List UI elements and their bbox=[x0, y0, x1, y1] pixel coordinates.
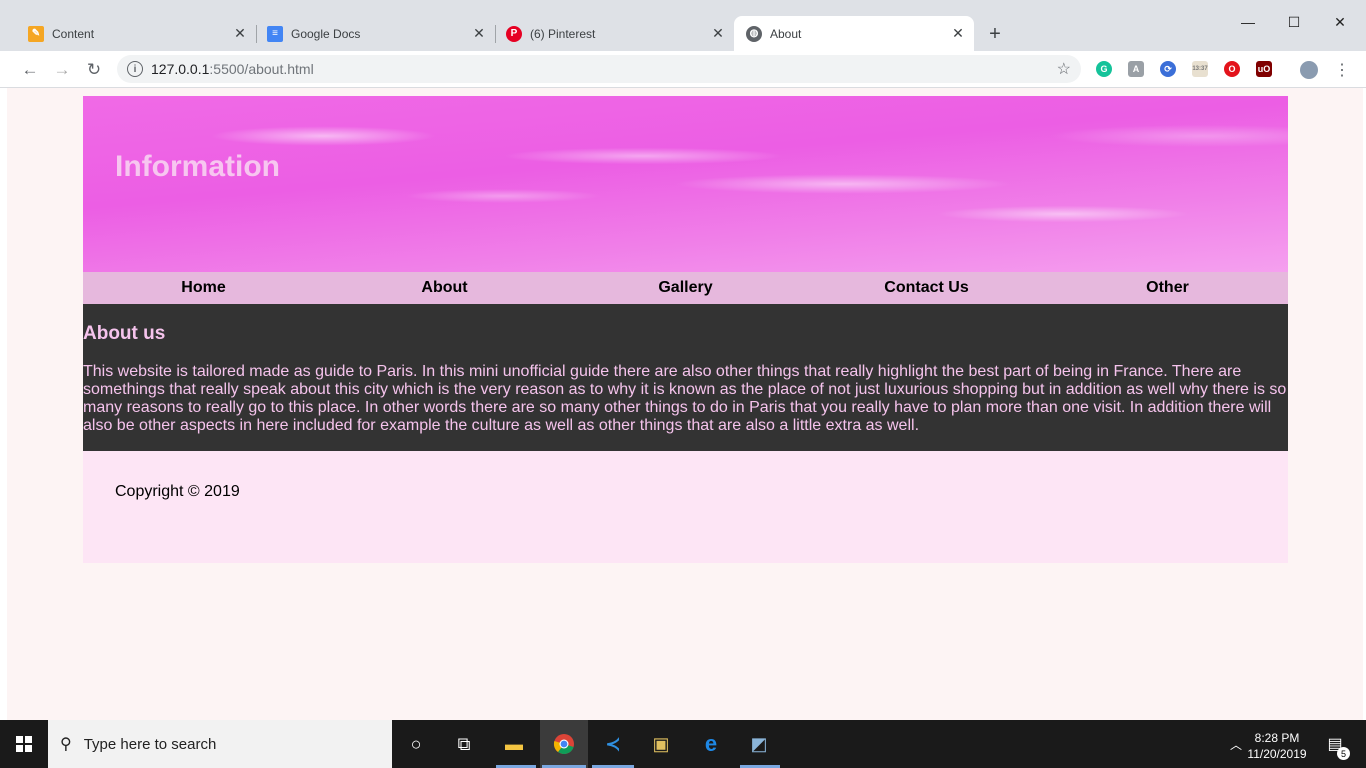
tab-title: (6) Pinterest bbox=[530, 26, 596, 41]
start-button[interactable] bbox=[0, 720, 48, 768]
nav-home-link[interactable]: Home bbox=[83, 272, 324, 304]
cortana-icon[interactable]: ○ bbox=[400, 728, 432, 760]
site-info-icon[interactable]: i bbox=[127, 61, 143, 77]
file-explorer-icon[interactable]: ▬ bbox=[498, 728, 530, 760]
tab-title: Google Docs bbox=[291, 26, 361, 41]
opera-vpn-icon[interactable]: O bbox=[1224, 61, 1240, 77]
reload-icon[interactable]: ↻ bbox=[81, 57, 107, 83]
tab-title: About bbox=[770, 26, 802, 41]
filezilla-icon[interactable]: ▣ bbox=[645, 728, 677, 760]
time-extension-icon[interactable]: 13:37 bbox=[1192, 61, 1208, 77]
tab-title: Content bbox=[52, 26, 95, 41]
page-footer: Copyright © 2019 bbox=[83, 451, 1288, 563]
search-placeholder: Type here to search bbox=[83, 735, 217, 753]
clock-date: 11/20/2019 bbox=[1247, 747, 1307, 761]
close-tab-icon[interactable]: ✕ bbox=[950, 25, 966, 42]
banner-title: Information bbox=[115, 150, 280, 183]
grammarly-icon[interactable]: G bbox=[1096, 61, 1112, 77]
taskbar: ⚲ Type here to search ○ ⧉ ▬ ≺ ▣ e ◩ ︿ 8:… bbox=[0, 720, 1366, 768]
edge-icon[interactable]: e bbox=[695, 728, 727, 760]
close-tab-icon[interactable]: ✕ bbox=[471, 25, 487, 42]
window-frame-left bbox=[0, 88, 7, 720]
font-icon[interactable]: A bbox=[1128, 61, 1144, 77]
page-viewport: Information Home About Gallery Contact U… bbox=[7, 88, 1363, 720]
chrome-icon[interactable] bbox=[548, 728, 580, 760]
nav-other-link[interactable]: Other bbox=[1047, 272, 1288, 304]
task-view-icon[interactable]: ⧉ bbox=[448, 728, 480, 760]
close-window-button[interactable]: ✕ bbox=[1317, 8, 1363, 36]
chrome-logo-icon bbox=[553, 734, 574, 755]
bookmark-star-icon[interactable]: ☆ bbox=[1057, 59, 1071, 79]
vscode-icon[interactable]: ≺ bbox=[597, 728, 629, 760]
url-path: :5500/about.html bbox=[209, 61, 314, 77]
pinterest-favicon-icon: P bbox=[506, 25, 522, 42]
copyright-text: Copyright © 2019 bbox=[115, 483, 240, 500]
tab-strip: ✎ Content ✕ ≡ Google Docs ✕ P (6) Pinter… bbox=[0, 0, 1366, 51]
about-section: About us This website is tailored made a… bbox=[83, 304, 1288, 451]
notepad-icon[interactable]: ◩ bbox=[743, 728, 775, 760]
back-icon[interactable]: ← bbox=[17, 57, 43, 83]
sync-icon[interactable]: ⟳ bbox=[1160, 61, 1176, 77]
tab-google-docs[interactable]: ≡ Google Docs ✕ bbox=[255, 16, 495, 51]
tab-about[interactable]: ◍ About ✕ bbox=[734, 16, 974, 51]
browser-menu-icon[interactable]: ⋮ bbox=[1334, 60, 1350, 80]
taskbar-search[interactable]: ⚲ Type here to search bbox=[48, 720, 392, 768]
ublock-icon[interactable]: uO bbox=[1256, 61, 1272, 77]
about-text: This website is tailored made as guide t… bbox=[83, 363, 1287, 434]
clock-time: 8:28 PM bbox=[1254, 731, 1300, 745]
address-bar[interactable]: i 127.0.0.1:5500/about.html ☆ bbox=[117, 55, 1081, 83]
close-tab-icon[interactable]: ✕ bbox=[710, 25, 726, 42]
minimize-button[interactable]: — bbox=[1225, 8, 1271, 36]
forward-icon[interactable]: → bbox=[49, 57, 75, 83]
windows-logo-icon bbox=[16, 736, 32, 752]
content-favicon-icon: ✎ bbox=[28, 25, 44, 42]
nav-about-link[interactable]: About bbox=[324, 272, 565, 304]
action-center-icon[interactable]: ▤ 5 bbox=[1320, 720, 1350, 768]
close-tab-icon[interactable]: ✕ bbox=[232, 25, 248, 42]
nav-contact-link[interactable]: Contact Us bbox=[806, 272, 1047, 304]
new-tab-button[interactable]: + bbox=[983, 22, 1007, 46]
main-nav: Home About Gallery Contact Us Other bbox=[83, 272, 1288, 304]
notification-count-badge: 5 bbox=[1337, 747, 1350, 760]
profile-avatar-icon[interactable] bbox=[1300, 61, 1318, 79]
maximize-button[interactable]: ☐ bbox=[1271, 8, 1317, 36]
tab-pinterest[interactable]: P (6) Pinterest ✕ bbox=[494, 16, 734, 51]
search-icon: ⚲ bbox=[60, 736, 72, 753]
url-text[interactable]: 127.0.0.1:5500/about.html bbox=[151, 61, 314, 77]
nav-gallery-link[interactable]: Gallery bbox=[565, 272, 806, 304]
tab-content[interactable]: ✎ Content ✕ bbox=[16, 16, 256, 51]
header-banner: Information bbox=[83, 96, 1288, 272]
about-heading: About us bbox=[83, 323, 166, 344]
url-host: 127.0.0.1 bbox=[151, 61, 210, 77]
google-docs-favicon-icon: ≡ bbox=[267, 25, 283, 42]
taskbar-clock[interactable]: 8:28 PM 11/20/2019 bbox=[1244, 730, 1310, 762]
tray-chevron-icon[interactable]: ︿ bbox=[1226, 720, 1246, 768]
globe-favicon-icon: ◍ bbox=[746, 25, 762, 42]
